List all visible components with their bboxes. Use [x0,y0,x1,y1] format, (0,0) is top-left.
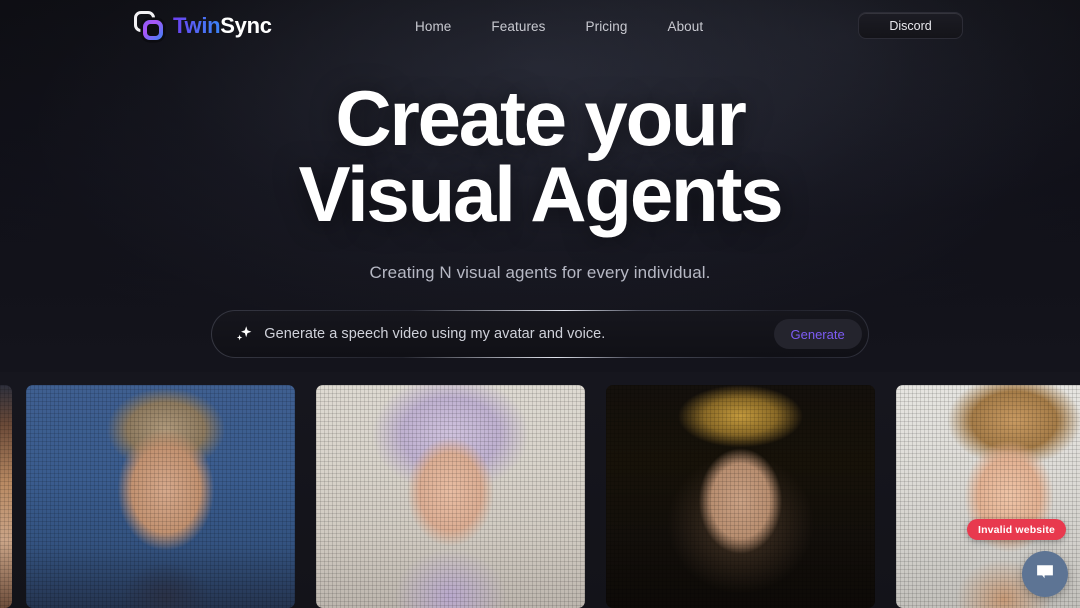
avatar-thumbnail [316,385,585,608]
prompt-bar-container: Generate a speech video using my avatar … [211,310,869,358]
twinsync-logo-icon [134,11,164,41]
headline-line-2: Visual Agents [298,150,784,239]
nav-links: Home Features Pricing About [415,0,703,52]
avatar-card-3[interactable] [606,385,875,608]
prompt-input[interactable]: Generate a speech video using my avatar … [264,326,773,342]
page-title: Create your Visual Agents [0,74,1080,239]
hero-subtitle: Creating N visual agents for every indiv… [369,262,711,282]
navbar: TwinSync Home Features Pricing About Dis… [0,0,1080,52]
chat-bubble-icon [1034,561,1056,588]
avatar-thumbnail [606,385,875,608]
nav-link-features[interactable]: Features [491,19,545,34]
status-badge: Invalid website [967,519,1066,540]
avatar-card-2[interactable] [316,385,585,608]
nav-link-home[interactable]: Home [415,19,451,34]
nav-link-pricing[interactable]: Pricing [586,19,628,34]
wordmark-part-1: Twin [173,13,221,38]
generate-button[interactable]: Generate [773,319,862,349]
chat-bubble-button[interactable] [1022,551,1068,597]
wordmark-part-2: Sync [220,13,272,38]
landing-page: TwinSync Home Features Pricing About Dis… [0,0,1080,608]
prompt-bar[interactable]: Generate a speech video using my avatar … [212,311,868,357]
avatar-card-edge-left[interactable] [0,385,12,608]
avatar-thumbnail [26,385,295,608]
avatar-card-1[interactable] [26,385,295,608]
brand-wordmark: TwinSync [173,15,272,37]
avatar-thumbnail [0,385,12,608]
nav-link-about[interactable]: About [667,19,703,34]
sparkle-icon [232,323,254,345]
avatar-gallery [0,385,1080,608]
brand-logo[interactable]: TwinSync [134,8,272,44]
headline-line-1: Create your [335,74,746,162]
discord-button[interactable]: Discord [858,12,963,39]
